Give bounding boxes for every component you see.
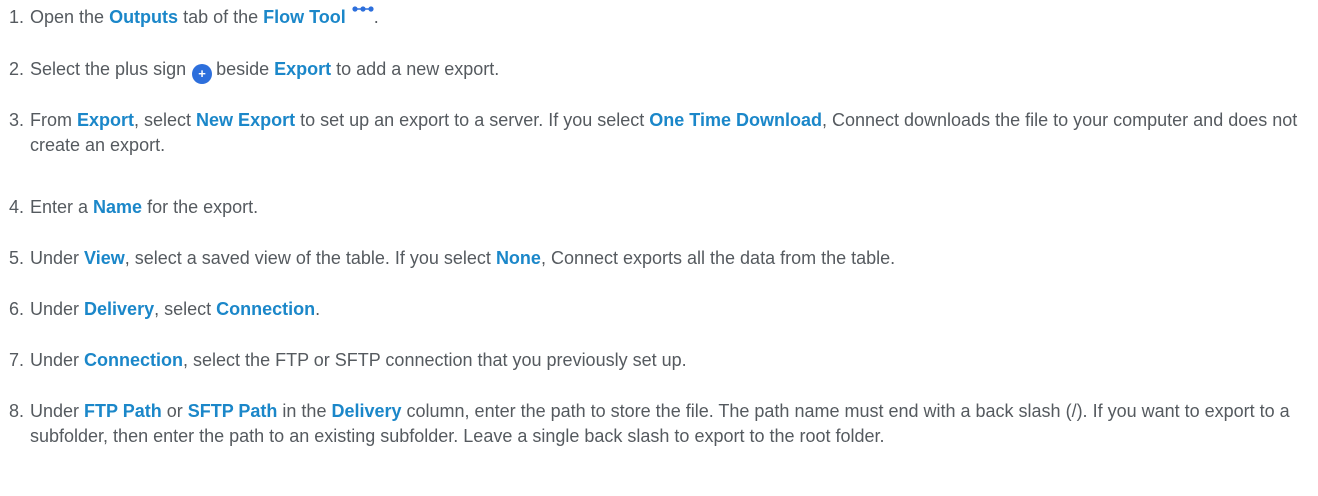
- step-text: Under FTP Path or SFTP Path in the Deliv…: [30, 401, 1290, 446]
- step-6: 6. Under Delivery, select Connection.: [9, 297, 1299, 322]
- step-text: Open the Outputs tab of the Flow Tool.: [30, 5, 1299, 30]
- outputs-tab-term: Outputs: [109, 7, 179, 27]
- ftp-path-term: FTP Path: [84, 401, 162, 421]
- connection-term: Connection: [84, 350, 184, 370]
- none-term: None: [495, 248, 541, 268]
- step-text: Under View, select a saved view of the t…: [30, 248, 896, 268]
- flow-tool-term: Flow Tool: [263, 7, 346, 27]
- step-text: Select the plus sign + beside Export to ad…: [30, 57, 1299, 84]
- step-number: 3.: [9, 110, 25, 130]
- step-text: Under Delivery, select Connection.: [30, 299, 321, 319]
- step-text: Under Connection, select the FTP or SFTP…: [30, 350, 687, 370]
- export-term: Export: [274, 59, 332, 79]
- step-2: 2. Select the plus sign + beside Export to…: [9, 57, 1299, 84]
- step-7: 7. Under Connection, select the FTP or S…: [9, 348, 1299, 373]
- step-number: 6.: [9, 299, 25, 319]
- delivery-term: Delivery: [84, 299, 155, 319]
- flow-tool-icon: [352, 0, 374, 12]
- delivery-term: Delivery: [331, 401, 402, 421]
- name-term: Name: [93, 197, 143, 217]
- sftp-path-term: SFTP Path: [187, 401, 278, 421]
- export-term: Export: [77, 110, 135, 130]
- step-number: 7.: [9, 350, 25, 370]
- step-number: 4.: [9, 197, 25, 217]
- connection-term: Connection: [216, 299, 316, 319]
- step-number: 2.: [9, 59, 25, 79]
- step-1: 1. Open the Outputs tab of the Flow Tool…: [9, 5, 1299, 30]
- view-term: View: [84, 248, 125, 268]
- step-text: From Export, select New Export to set up…: [30, 110, 1298, 155]
- step-3: 3. From Export, select New Export to set…: [9, 108, 1299, 158]
- step-number: 5.: [9, 248, 25, 268]
- plus-circle-icon: +: [192, 64, 213, 84]
- step-text: Enter a Name for the export.: [30, 197, 259, 217]
- step-4: 4. Enter a Name for the export.: [9, 195, 1299, 220]
- step-number: 1.: [9, 7, 25, 27]
- step-number: 8.: [9, 401, 25, 421]
- step-5: 5. Under View, select a saved view of th…: [9, 246, 1299, 271]
- step-8: 8. Under FTP Path or SFTP Path in the De…: [9, 399, 1299, 449]
- one-time-download-term: One Time Download: [649, 110, 822, 130]
- new-export-term: New Export: [196, 110, 296, 130]
